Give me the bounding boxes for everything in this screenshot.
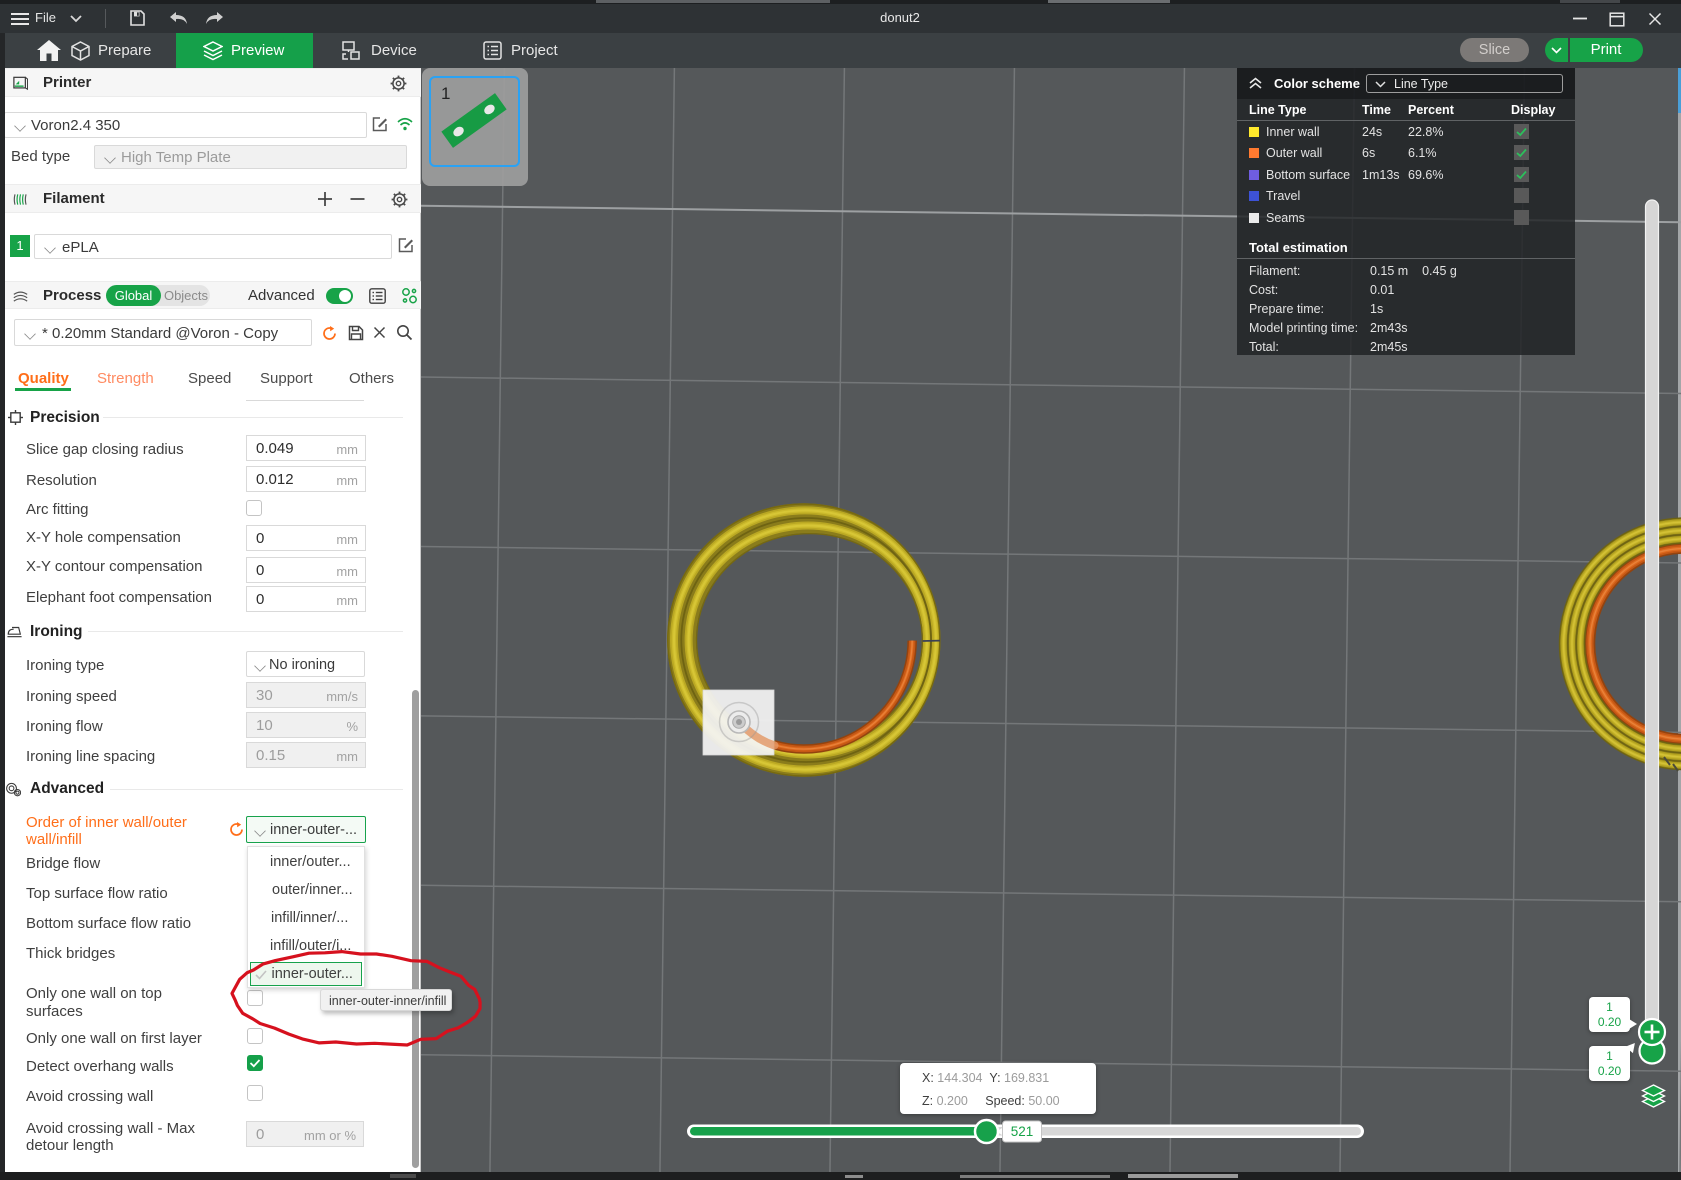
svg-text:521: 521	[1011, 1124, 1034, 1139]
